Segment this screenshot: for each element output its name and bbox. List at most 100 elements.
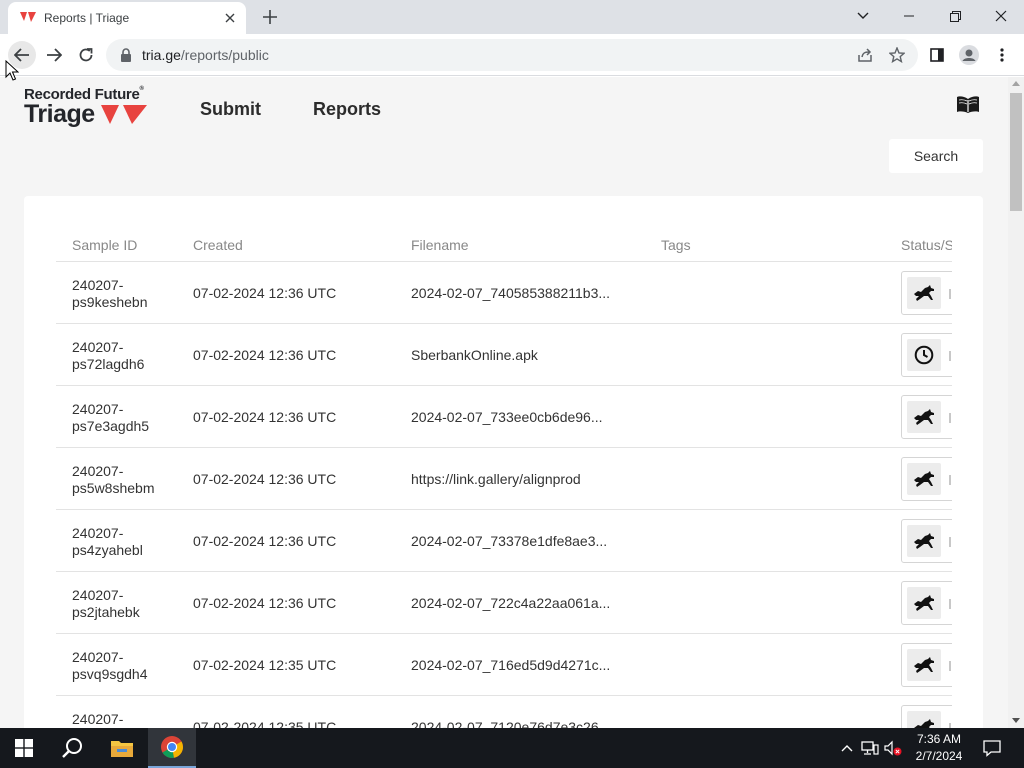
browser-toolbar: tria.ge/reports/public [0,34,1024,76]
table-row[interactable]: 240207- ps4zyahebl 07-02-2024 12:36 UTC 2… [56,510,952,572]
taskbar-search-icon[interactable] [48,728,96,768]
address-bar[interactable]: tria.ge/reports/public [106,39,918,71]
tab-close-icon[interactable] [220,8,240,28]
profile-avatar-icon[interactable] [955,41,983,69]
mouse-cursor-icon [5,60,19,81]
status-label-edge [949,537,951,547]
status-badge[interactable] [901,581,952,625]
header-tags[interactable]: Tags [661,237,691,253]
status-badge[interactable] [901,395,952,439]
minimize-icon[interactable] [886,2,932,30]
recorded-future-triage-logo[interactable]: Recorded Future® Triage [24,86,164,130]
page-scrollbar[interactable] [1008,77,1024,728]
windows-taskbar: 7:36 AM 2/7/2024 [0,728,1024,768]
sample-id-cell[interactable]: 240207- ps72lagdh6 [72,339,144,373]
status-badge[interactable] [901,705,952,728]
documentation-book-icon[interactable] [956,96,980,116]
header-created[interactable]: Created [193,237,243,253]
tray-overflow-chevron-icon[interactable] [838,739,856,757]
more-menu-icon[interactable] [988,41,1016,69]
filename-cell[interactable]: 2024-02-07_740585388211b3... [411,285,610,301]
status-badge[interactable] [901,333,952,377]
created-cell: 07-02-2024 12:36 UTC [193,347,337,363]
horse-icon [907,525,941,557]
sample-id-cell[interactable]: 240207- ps4zyahebl [72,525,143,559]
sample-id-date: 240207- [72,525,124,541]
sample-id-cell[interactable]: 240207- ps2jtahebk [72,587,140,621]
nav-reports-link[interactable]: Reports [313,99,381,120]
sample-id-cell[interactable]: 240207- ps7e3agdh5 [72,401,149,435]
filename-cell[interactable]: 2024-02-07_722c4a22aa061a... [411,595,610,611]
status-label-edge [949,351,951,361]
filename-cell[interactable]: SberbankOnline.apk [411,347,538,363]
search-button[interactable]: Search [889,139,983,173]
created-cell: 07-02-2024 12:36 UTC [193,533,337,549]
table-row[interactable]: 240207- ps5w8shebm 07-02-2024 12:36 UTC h… [56,448,952,510]
tab-search-chevron-icon[interactable] [840,2,886,30]
filename-cell[interactable]: 2024-02-07_73378e1dfe8ae3... [411,533,607,549]
url-text[interactable]: tria.ge/reports/public [142,47,269,63]
horse-icon [907,649,941,681]
notifications-icon[interactable] [982,738,1002,758]
scroll-up-arrow-icon[interactable] [1012,81,1020,86]
forward-arrow-icon[interactable] [40,41,68,69]
share-icon[interactable] [856,46,874,64]
file-explorer-icon[interactable] [98,728,146,768]
sample-id-date: 240207- [72,401,124,417]
windows-start-icon[interactable] [0,728,48,768]
created-cell: 07-02-2024 12:36 UTC [193,285,337,301]
lock-icon[interactable] [120,48,134,62]
sample-id-cell[interactable]: 240207- [72,711,123,728]
table-row[interactable]: 240207- ps9keshebn 07-02-2024 12:36 UTC 2… [56,262,952,324]
nav-submit-link[interactable]: Submit [200,99,261,120]
sample-id-code: ps7e3agdh5 [72,418,150,434]
sample-id-code: psvq9sgdh4 [72,666,148,682]
volume-muted-icon[interactable] [884,739,902,757]
sample-id-date: 240207- [72,587,124,603]
new-tab-icon[interactable] [256,6,284,28]
taskbar-clock[interactable]: 7:36 AM 2/7/2024 [904,731,974,765]
created-cell: 07-02-2024 12:35 UTC [193,719,337,728]
status-label-edge [949,599,951,609]
network-icon[interactable] [861,739,879,757]
created-cell: 07-02-2024 12:35 UTC [193,657,337,673]
brand-registered-mark: ® [139,86,144,92]
header-filename[interactable]: Filename [411,237,469,253]
status-badge[interactable] [901,457,952,501]
table-row[interactable]: 240207- 07-02-2024 12:35 UTC 2024-02-07_… [56,696,952,728]
table-row[interactable]: 240207- ps2jtahebk 07-02-2024 12:36 UTC 2… [56,572,952,634]
table-row[interactable]: 240207- ps72lagdh6 07-02-2024 12:36 UTC S… [56,324,952,386]
status-badge[interactable] [901,271,952,315]
filename-cell[interactable]: 2024-02-07_716ed5d9d4271c... [411,657,610,673]
sample-id-cell[interactable]: 240207- ps5w8shebm [72,463,155,497]
scrollbar-thumb[interactable] [1010,93,1022,211]
clock-date: 2/7/2024 [915,749,963,763]
url-host: tria.ge [142,47,181,63]
bookmark-star-icon[interactable] [888,46,906,64]
filename-cell[interactable]: 2024-02-07_7120e76d7e3c26... [411,719,610,728]
filename-cell[interactable]: 2024-02-07_733ee0cb6de96... [411,409,603,425]
header-sample-id[interactable]: Sample ID [72,237,137,253]
browser-tab[interactable]: Reports | Triage [8,2,246,34]
sample-id-code: ps9keshebn [72,294,148,310]
status-badge[interactable] [901,519,952,563]
scroll-down-arrow-icon[interactable] [1012,718,1020,723]
side-panel-icon[interactable] [923,41,951,69]
created-cell: 07-02-2024 12:36 UTC [193,409,337,425]
close-window-icon[interactable] [978,2,1024,30]
triage-logo-mark-icon [101,105,147,124]
status-badge[interactable] [901,643,952,687]
sample-id-date: 240207- [72,649,124,665]
filename-cell[interactable]: https://link.gallery/alignprod [411,471,581,487]
sample-id-cell[interactable]: 240207- ps9keshebn [72,277,148,311]
restore-icon[interactable] [932,2,978,30]
reload-icon[interactable] [72,41,100,69]
sample-id-cell[interactable]: 240207- psvq9sgdh4 [72,649,148,683]
table-row[interactable]: 240207- ps7e3agdh5 07-02-2024 12:36 UTC 2… [56,386,952,448]
table-header: Sample ID Created Filename Tags Status/S [56,225,952,262]
chrome-taskbar-icon[interactable] [148,728,196,768]
table-row[interactable]: 240207- psvq9sgdh4 07-02-2024 12:35 UTC 2… [56,634,952,696]
clock-time: 7:36 AM [916,732,962,746]
header-status[interactable]: Status/S [901,237,952,253]
sample-id-date: 240207- [72,463,124,479]
